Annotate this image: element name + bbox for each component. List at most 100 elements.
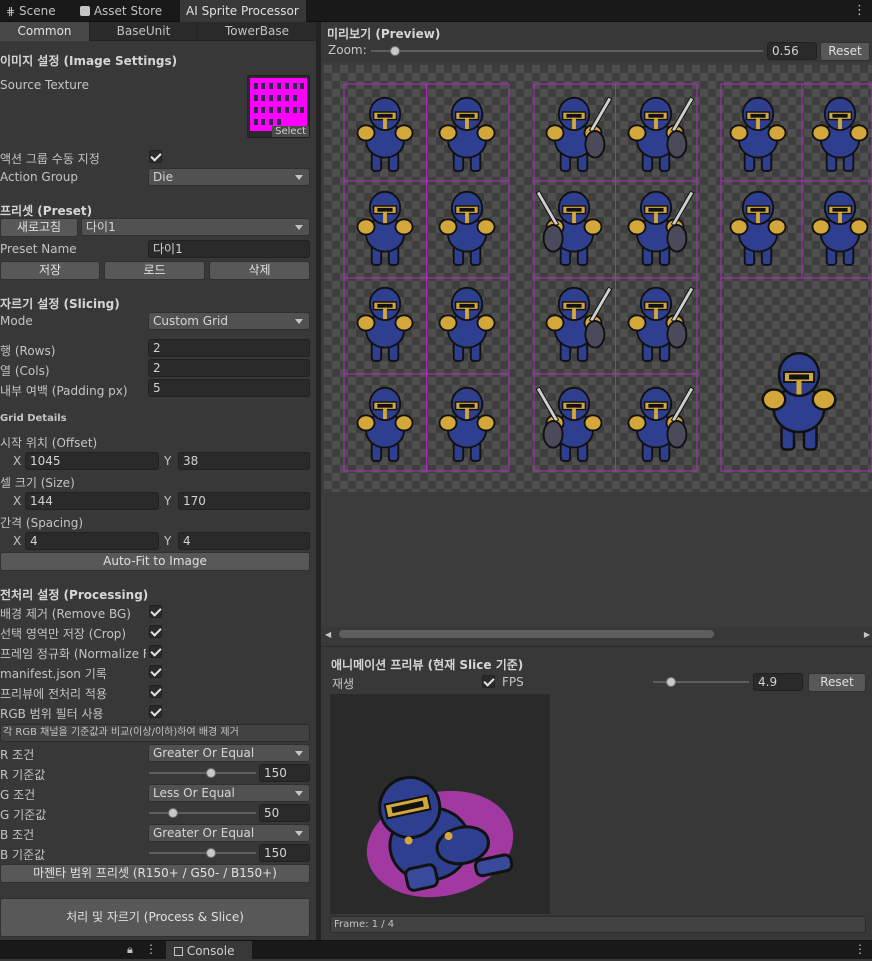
zoom-slider-knob[interactable] (389, 46, 400, 56)
delete-button[interactable]: 삭제 (209, 261, 310, 280)
process-slice-button[interactable]: 처리 및 자르기 (Process & Slice) (0, 898, 310, 937)
scrollbar-thumb[interactable] (339, 630, 714, 638)
cols-input[interactable]: 2 (148, 359, 310, 377)
padding-label: 내부 여백 (Padding px) (0, 384, 128, 398)
r-condition-dropdown[interactable]: Greater Or Equal (148, 744, 310, 762)
knight-sprite (811, 190, 869, 266)
rows-label: 행 (Rows) (0, 344, 56, 358)
r-threshold-input[interactable]: 150 (259, 764, 310, 782)
normalize-checkbox[interactable] (149, 645, 162, 658)
chevron-down-icon (295, 319, 303, 324)
b-threshold-slider[interactable] (149, 852, 256, 854)
knight-sprite (438, 286, 496, 362)
g-threshold-input[interactable]: 50 (259, 804, 310, 822)
offset-x-input[interactable]: 1045 (25, 452, 159, 470)
more-options-icon[interactable]: ⋮ (854, 942, 866, 956)
play-checkbox[interactable] (482, 675, 495, 688)
fps-label: FPS (502, 675, 524, 689)
preview-scrollbar[interactable]: ◀ ▶ (321, 627, 872, 641)
save-button[interactable]: 저장 (0, 261, 100, 280)
r-threshold-knob[interactable] (206, 768, 216, 778)
manual-group-checkbox[interactable] (149, 150, 162, 163)
knight-sprite (627, 190, 695, 266)
fps-input[interactable]: 4.9 (753, 673, 803, 691)
b-threshold-input[interactable]: 150 (259, 844, 310, 862)
source-texture-field[interactable]: Select (247, 75, 310, 138)
size-y-input[interactable]: 170 (178, 492, 310, 510)
g-threshold-knob[interactable] (168, 808, 178, 818)
refresh-button[interactable]: 새로고침 (0, 218, 78, 237)
remove-bg-checkbox[interactable] (149, 605, 162, 618)
zoom-input[interactable]: 0.56 (767, 42, 817, 60)
subtab-baseunit[interactable]: BaseUnit (90, 22, 198, 41)
g-condition-label: G 조건 (0, 788, 36, 802)
manifest-checkbox[interactable] (149, 665, 162, 678)
b-threshold-label: B 기준값 (0, 848, 46, 862)
grid-details-label: Grid Details (0, 413, 67, 424)
r-threshold-slider[interactable] (149, 772, 256, 774)
preset-dropdown-value: 다이1 (86, 220, 116, 234)
action-group-dropdown[interactable]: Die (148, 168, 310, 186)
bag-icon (80, 6, 90, 16)
spacing-y-label: Y (164, 534, 172, 548)
rgb-filter-checkbox[interactable] (149, 705, 162, 718)
spacing-y-input[interactable]: 4 (178, 532, 310, 550)
knight-sprite (627, 286, 695, 362)
spacing-x-input[interactable]: 4 (25, 532, 159, 550)
magenta-preset-button[interactable]: 마젠타 범위 프리셋 (R150+ / G50- / B150+) (0, 864, 310, 883)
auto-fit-button[interactable]: Auto-Fit to Image (0, 552, 310, 571)
knight-sprite (535, 190, 603, 266)
crop-checkbox[interactable] (149, 625, 162, 638)
fps-reset-button[interactable]: Reset (808, 673, 866, 692)
window-tab-bar: ⋕ Scene Asset Store AI Sprite Processor … (0, 0, 872, 22)
mode-dropdown[interactable]: Custom Grid (148, 312, 310, 330)
lock-icon[interactable]: 🔒︎ (127, 943, 133, 957)
knight-sprite (535, 386, 603, 462)
tab-ai-sprite-processor[interactable]: AI Sprite Processor (180, 0, 306, 22)
subtab-towerbase[interactable]: TowerBase (198, 22, 316, 41)
frame-counter: Frame: 1 / 4 (330, 916, 866, 933)
g-threshold-slider[interactable] (149, 812, 256, 814)
normalize-label: 프레임 정규화 (Normalize F (0, 647, 146, 661)
knight-sprite (811, 96, 869, 172)
scroll-left-icon[interactable]: ◀ (325, 630, 331, 639)
knight-sprite (438, 386, 496, 462)
padding-input[interactable]: 5 (148, 379, 310, 397)
b-threshold-knob[interactable] (206, 848, 216, 858)
size-x-input[interactable]: 144 (25, 492, 159, 510)
preview-processing-label: 프리뷰에 전처리 적용 (0, 687, 107, 701)
scroll-right-icon[interactable]: ▶ (864, 630, 870, 639)
knight-sprite (356, 386, 414, 462)
load-button[interactable]: 로드 (104, 261, 205, 280)
rows-input[interactable]: 2 (148, 339, 310, 357)
g-condition-dropdown[interactable]: Less Or Equal (148, 784, 310, 802)
rgb-help-box: 각 RGB 채널을 기준값과 비교(이상/이하)하여 배경 제거 (0, 724, 310, 742)
mode-label: Mode (0, 314, 33, 328)
fps-slider-knob[interactable] (666, 677, 677, 687)
zoom-reset-button[interactable]: Reset (820, 42, 870, 61)
knight-sprite (356, 286, 414, 362)
preview-processing-checkbox[interactable] (149, 685, 162, 698)
sub-tab-bar: Common BaseUnit TowerBase (0, 22, 316, 41)
preview-viewport[interactable] (321, 62, 872, 642)
select-texture-button[interactable]: Select (272, 126, 309, 137)
tab-console[interactable]: Console (166, 941, 252, 960)
animation-frame-sprite (366, 775, 514, 898)
remove-bg-label: 배경 제거 (Remove BG) (0, 607, 131, 621)
preset-dropdown[interactable]: 다이1 (81, 218, 310, 236)
knight-sprite (627, 96, 695, 172)
more-options-icon[interactable]: ⋮ (145, 942, 157, 956)
chevron-down-icon (295, 225, 303, 230)
offset-y-input[interactable]: 38 (178, 452, 310, 470)
more-options-icon[interactable]: ⋮ (853, 0, 866, 22)
chevron-down-icon (295, 831, 303, 836)
preset-name-input[interactable]: 다이1 (148, 240, 310, 258)
tab-scene[interactable]: ⋕ Scene (0, 0, 70, 22)
console-icon (174, 947, 183, 956)
b-condition-dropdown[interactable]: Greater Or Equal (148, 824, 310, 842)
zoom-slider[interactable] (371, 50, 763, 52)
subtab-common[interactable]: Common (0, 22, 90, 41)
animation-frame-view (330, 694, 550, 914)
tab-asset-store[interactable]: Asset Store (74, 0, 174, 22)
tab-asset-store-label: Asset Store (93, 4, 163, 18)
